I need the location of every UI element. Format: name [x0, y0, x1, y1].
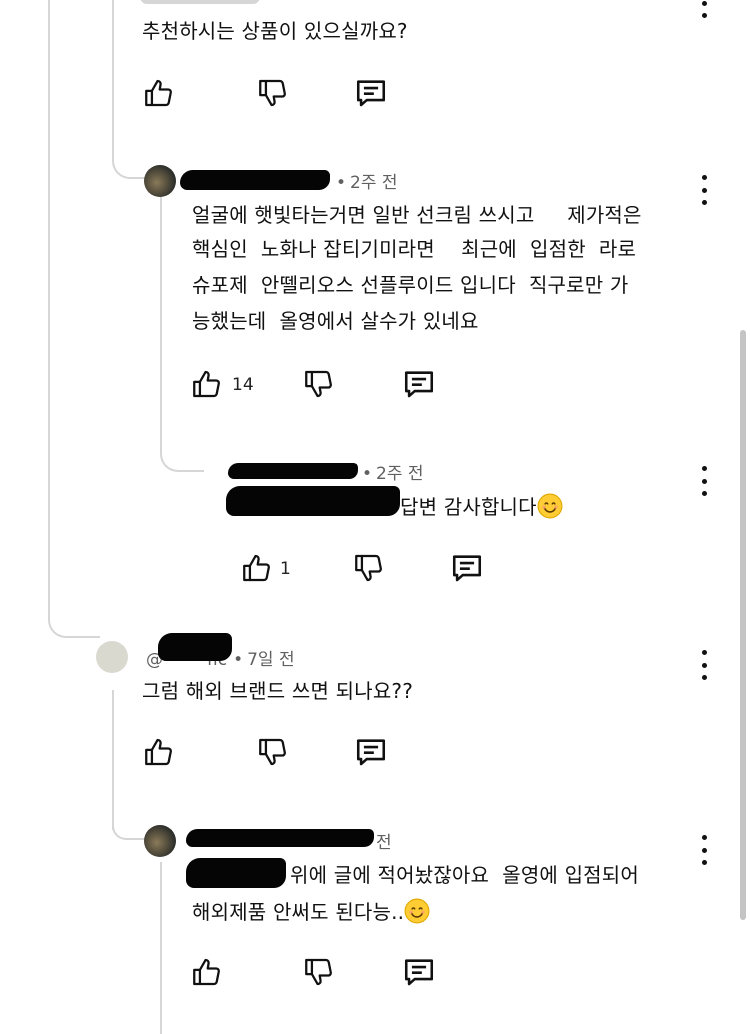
timestamp: 7일 전 — [247, 650, 295, 670]
comment-meta: 전 — [376, 828, 392, 853]
comment-text: 그럼 해외 브랜드 쓰면 되나요?? — [142, 679, 414, 703]
redacted-username — [186, 829, 374, 847]
comment-text-line: 위에 글에 적어놨잖아요 올영에 입점되어 — [290, 863, 639, 887]
thumbs-down-icon[interactable] — [256, 76, 290, 110]
comment-text-line: 능했는데 올영에서 살수가 있네요 — [192, 309, 479, 333]
comment-text-line: 얼굴에 햇빛타는거면 일반 선크림 쓰시고 제가적은 — [192, 203, 642, 227]
comment-meta: • 2주 전 — [362, 464, 424, 484]
like-count: 1 — [280, 559, 291, 579]
redacted-header-top — [140, 0, 260, 4]
thumbs-down-icon[interactable] — [302, 955, 336, 989]
smiling-face-emoji — [404, 898, 430, 924]
thumbs-up-icon[interactable] — [142, 735, 176, 769]
redacted-mention — [186, 858, 286, 888]
thread-line-outer — [48, 0, 50, 600]
smiling-face-emoji — [537, 493, 563, 519]
like-count: 14 — [232, 375, 254, 395]
thread-curve-outer — [48, 590, 100, 638]
thumbs-up-icon[interactable] — [240, 551, 274, 585]
thumbs-down-icon[interactable] — [352, 551, 386, 585]
thread-curve-reply-2 — [112, 826, 146, 840]
avatar[interactable] — [144, 165, 176, 197]
thread-line-nested-2 — [160, 862, 162, 1034]
comment-body: 답변 감사합니다 — [400, 495, 537, 519]
comment-text-line: 핵심인 노화나 잡티기미라면 최근에 입점한 라로 — [192, 237, 637, 261]
reply-comment-icon[interactable] — [402, 367, 436, 401]
more-vert-icon[interactable] — [694, 0, 714, 18]
thread-curve-reply-1 — [112, 135, 146, 179]
more-vert-icon[interactable] — [694, 175, 714, 205]
thread-curve-nested — [160, 450, 204, 472]
comment-text-line: 슈포제 안뗄리오스 선플루이드 입니다 직구로만 가 — [192, 273, 629, 297]
comment-text: 답변 감사합니다 — [400, 488, 563, 526]
reply-comment-icon[interactable] — [402, 955, 436, 989]
reply-comment-icon[interactable] — [450, 551, 484, 585]
comment-meta: • 2주 전 — [336, 173, 398, 193]
redacted-username — [180, 170, 330, 190]
reply-comment-icon[interactable] — [354, 76, 388, 110]
timestamp: 2주 전 — [350, 173, 398, 193]
comment-text: 해외제품 안써도 된다능.. — [192, 893, 430, 931]
thumbs-up-icon[interactable] — [190, 367, 224, 401]
avatar[interactable] — [144, 825, 176, 857]
timestamp: 2주 전 — [376, 464, 424, 484]
thread-line-reply-2 — [112, 690, 114, 830]
more-vert-icon[interactable] — [694, 650, 714, 680]
thread-line-nested — [160, 195, 162, 455]
thumbs-up-icon[interactable] — [190, 955, 224, 989]
comment-body: 해외제품 안써도 된다능.. — [192, 900, 405, 924]
redacted-username — [228, 463, 358, 479]
more-vert-icon[interactable] — [694, 466, 714, 496]
thumbs-up-icon[interactable] — [142, 76, 176, 110]
thumbs-down-icon[interactable] — [256, 735, 290, 769]
avatar[interactable] — [96, 641, 128, 673]
reply-comment-icon[interactable] — [354, 735, 388, 769]
redacted-mention — [226, 486, 400, 516]
more-vert-icon[interactable] — [694, 835, 714, 865]
thumbs-down-icon[interactable] — [302, 367, 336, 401]
comment-text: 추천하시는 상품이 있으실까요? — [142, 19, 408, 43]
timestamp-fragment: 전 — [376, 833, 392, 853]
scrollbar[interactable] — [740, 330, 746, 920]
redacted-username — [158, 633, 232, 661]
thread-line-reply-1 — [112, 0, 114, 140]
